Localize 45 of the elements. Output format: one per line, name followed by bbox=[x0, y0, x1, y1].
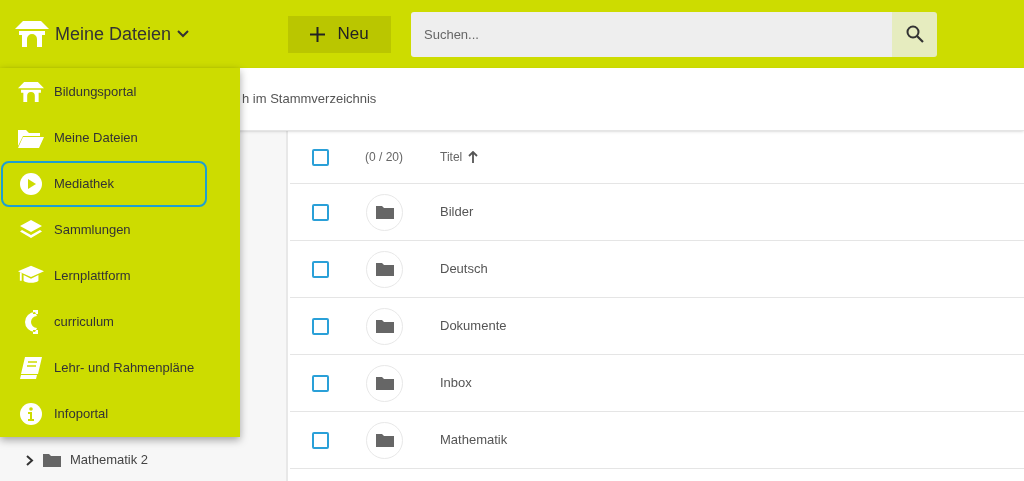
checkbox[interactable] bbox=[312, 203, 329, 221]
file-title[interactable]: Mathematik bbox=[440, 430, 508, 450]
chevron-down-icon bbox=[177, 30, 190, 38]
file-title[interactable]: Dokumente bbox=[440, 316, 507, 336]
layers-icon bbox=[20, 220, 42, 240]
logo-icon bbox=[15, 19, 49, 49]
menu-item[interactable]: curriculum bbox=[1, 299, 207, 345]
menu-item[interactable]: Meine Dateien bbox=[1, 115, 207, 161]
folder-icon bbox=[18, 128, 44, 148]
folder-icon bbox=[375, 319, 394, 333]
logo-icon bbox=[18, 80, 44, 104]
sort-up-icon bbox=[468, 151, 479, 163]
search-icon bbox=[905, 25, 924, 43]
checkbox[interactable] bbox=[312, 374, 329, 392]
menu-item[interactable]: Bildungsportal bbox=[1, 69, 207, 115]
folder-icon bbox=[375, 376, 394, 390]
info-icon bbox=[20, 403, 42, 425]
folder-icon bbox=[375, 262, 394, 276]
menu-item[interactable]: Lehr- und Rahmenpläne bbox=[1, 345, 207, 391]
checkbox[interactable] bbox=[312, 431, 329, 449]
folder-icon bbox=[43, 453, 61, 467]
folder-icon bbox=[375, 433, 394, 447]
folder-icon bbox=[375, 205, 394, 219]
search-button[interactable] bbox=[892, 11, 937, 57]
chevron-right-icon bbox=[26, 454, 34, 466]
breadcrumb-text: h im Stammverzeichnis bbox=[242, 90, 377, 109]
search-field[interactable]: Suchen... bbox=[411, 11, 892, 57]
tree-item[interactable]: Mathematik 2 bbox=[0, 445, 286, 475]
menu-item[interactable]: Sammlungen bbox=[1, 207, 207, 253]
checkbox[interactable] bbox=[312, 317, 329, 335]
book-icon bbox=[20, 357, 42, 379]
file-title[interactable]: Inbox bbox=[440, 373, 472, 393]
selection-count: (0 / 20) bbox=[365, 149, 404, 166]
file-title[interactable]: Deutsch bbox=[440, 259, 488, 279]
new-button[interactable]: Neu bbox=[288, 15, 391, 53]
workspace-dropdown[interactable]: Meine Dateien bbox=[55, 20, 190, 48]
menu-item[interactable]: Infoportal bbox=[1, 391, 207, 437]
checkbox[interactable] bbox=[312, 148, 329, 166]
file-title[interactable]: Bilder bbox=[440, 202, 474, 222]
title-column-header[interactable]: Titel bbox=[440, 148, 479, 166]
checkbox[interactable] bbox=[312, 260, 329, 278]
plus-icon bbox=[310, 26, 326, 42]
menu-item[interactable]: Lernplattform bbox=[1, 253, 207, 299]
menu-item[interactable]: Mediathek bbox=[1, 161, 207, 207]
play-icon bbox=[20, 173, 42, 195]
